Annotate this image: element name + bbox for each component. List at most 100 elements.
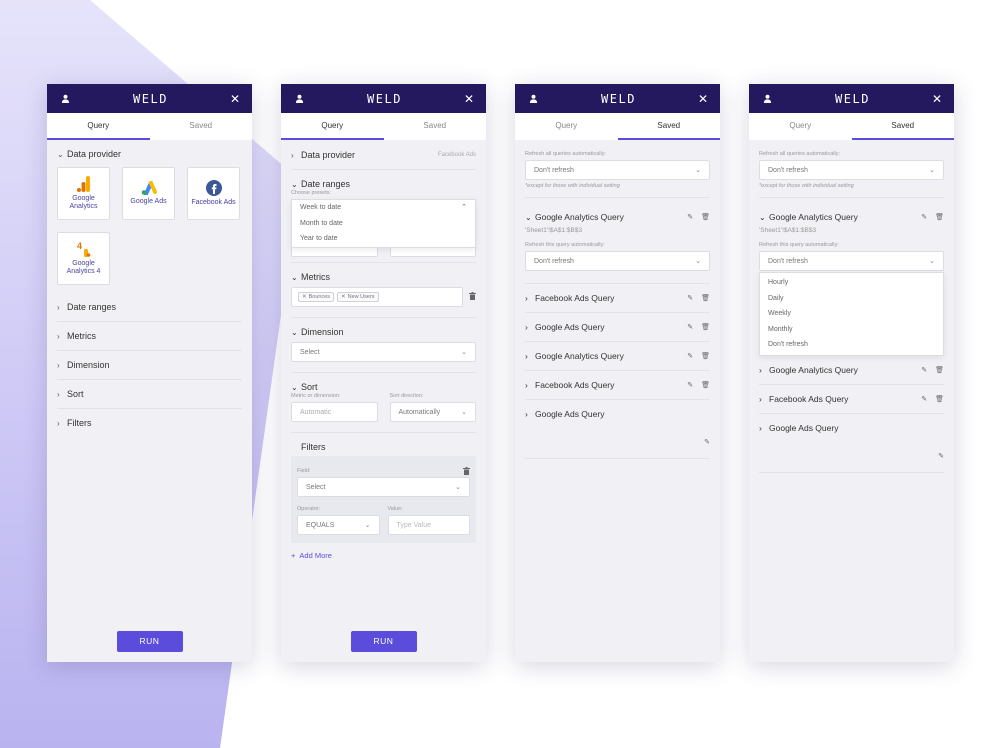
close-icon[interactable]: ✕ <box>230 92 240 106</box>
close-icon[interactable]: ✕ <box>341 294 346 300</box>
svg-text:4: 4 <box>77 241 82 251</box>
trash-icon[interactable]: 🗑 <box>701 294 710 302</box>
edit-icon[interactable]: ✎ <box>921 395 927 403</box>
saved-query-row[interactable]: › Google Analytics Query ✎ 🗑 <box>525 342 710 371</box>
user-icon[interactable] <box>761 93 773 105</box>
refresh-all-select[interactable]: Don't refresh ⌄ <box>525 160 710 180</box>
section-dimension[interactable]: › Dimension <box>57 351 242 380</box>
operator-label: Operator: <box>297 506 321 512</box>
provider-card-google-analytics-4[interactable]: 4 Google Analytics 4 <box>57 232 110 285</box>
edit-icon[interactable]: ✎ <box>687 294 693 302</box>
trash-icon[interactable]: 🗑 <box>935 395 944 403</box>
saved-query-row[interactable]: › Facebook Ads Query ✎ 🗑 <box>525 284 710 313</box>
tab-query[interactable]: Query <box>47 113 150 140</box>
section-sort[interactable]: › Sort <box>57 380 242 409</box>
edit-icon[interactable]: ✎ <box>687 213 693 221</box>
chevron-right-icon: › <box>759 364 762 375</box>
dimension-select[interactable]: Select ⌄ <box>291 342 476 362</box>
saved-query-row[interactable]: › Google Ads Query <box>759 414 944 442</box>
chevron-down-icon: ⌄ <box>291 272 298 282</box>
tab-bar: Query Saved <box>47 113 252 140</box>
chevron-down-icon[interactable]: ⌄ <box>525 213 535 222</box>
trash-icon[interactable]: 🗑 <box>935 366 944 374</box>
saved-query-row[interactable]: › Facebook Ads Query ✎ 🗑 <box>525 371 710 400</box>
sort-direction-select[interactable]: Automatically ⌄ <box>389 402 476 422</box>
filter-field-select[interactable]: Select ⌄ <box>297 477 470 497</box>
tab-query[interactable]: Query <box>749 113 852 140</box>
saved-query-row[interactable]: › Google Ads Query <box>525 400 710 428</box>
trash-icon[interactable] <box>469 292 476 302</box>
section-filters[interactable]: › Filters <box>57 409 242 437</box>
chevron-down-icon[interactable]: ⌄ <box>759 213 769 222</box>
run-button[interactable]: RUN <box>350 631 417 652</box>
preset-option[interactable]: Week to date ⌃ <box>292 200 475 216</box>
query-name[interactable]: Google Analytics Query <box>535 212 624 222</box>
saved-query-row[interactable]: › Facebook Ads Query ✎ 🗑 <box>759 385 944 414</box>
tab-bar: Query Saved <box>281 113 486 140</box>
run-button[interactable]: RUN <box>116 631 183 652</box>
close-icon[interactable]: ✕ <box>932 92 942 106</box>
tab-query[interactable]: Query <box>515 113 618 140</box>
operator-select[interactable]: EQUALS ⌄ <box>297 515 380 535</box>
trash-icon[interactable]: 🗑 <box>701 323 710 331</box>
query-refresh-select[interactable]: Don't refresh ⌄ <box>759 251 944 271</box>
tab-saved[interactable]: Saved <box>384 113 487 140</box>
metric-chip[interactable]: ✕ New Users <box>337 292 379 302</box>
metrics-select[interactable]: ✕ Bounces ✕ New Users <box>291 287 463 307</box>
refresh-option[interactable]: Don't refresh <box>760 337 943 353</box>
refresh-note: *except for those with individual settin… <box>525 183 620 189</box>
provider-card-google-ads[interactable]: Google Ads <box>122 167 175 220</box>
refresh-option[interactable]: Hourly <box>760 275 943 291</box>
user-icon[interactable] <box>527 93 539 105</box>
close-icon[interactable]: ✕ <box>698 92 708 106</box>
trash-icon[interactable]: 🗑 <box>935 213 944 221</box>
tab-bar: Query Saved <box>749 113 954 140</box>
edit-icon[interactable]: ✎ <box>938 452 944 460</box>
edit-icon[interactable]: ✎ <box>687 352 693 360</box>
tab-saved[interactable]: Saved <box>617 113 720 140</box>
trash-icon[interactable]: 🗑 <box>701 381 710 389</box>
edit-icon[interactable]: ✎ <box>687 323 693 331</box>
chevron-right-icon: › <box>57 418 60 428</box>
refresh-all-select[interactable]: Don't refresh ⌄ <box>759 160 944 180</box>
close-icon[interactable]: ✕ <box>464 92 474 106</box>
section-label: Date ranges <box>301 179 351 189</box>
tab-saved[interactable]: Saved <box>150 113 253 140</box>
edit-icon[interactable]: ✎ <box>921 213 927 221</box>
preset-option[interactable]: Month to date <box>292 216 475 232</box>
section-data-provider[interactable]: ⌄ Data provider <box>57 140 242 163</box>
filter-value-input[interactable]: Type Value <box>387 515 470 535</box>
chevron-down-icon: ⌄ <box>291 179 298 189</box>
user-icon[interactable] <box>59 93 71 105</box>
metric-chip[interactable]: ✕ Bounces <box>298 292 335 302</box>
provider-card-google-analytics[interactable]: Google Analytics <box>57 167 110 220</box>
edit-icon[interactable]: ✎ <box>921 366 927 374</box>
edit-icon[interactable]: ✎ <box>687 381 693 389</box>
tab-saved[interactable]: Saved <box>851 113 954 140</box>
refresh-option[interactable]: Weekly <box>760 306 943 322</box>
preset-option[interactable]: Year to date <box>292 231 475 247</box>
chevron-right-icon: › <box>291 150 294 160</box>
edit-icon[interactable]: ✎ <box>704 438 710 446</box>
query-name[interactable]: Google Analytics Query <box>769 212 858 222</box>
query-refresh-select[interactable]: Don't refresh ⌄ <box>525 251 710 271</box>
refresh-options-dropdown[interactable]: Hourly Daily Weekly Monthly Don't refres… <box>759 272 944 356</box>
refresh-option[interactable]: Monthly <box>760 322 943 338</box>
section-date-ranges[interactable]: › Date ranges <box>57 293 242 322</box>
sort-metric-input[interactable]: Automatic <box>291 402 378 422</box>
add-more-link[interactable]: + Add More <box>291 551 476 560</box>
presets-dropdown[interactable]: Week to date ⌃ Month to date Year to dat… <box>291 199 476 248</box>
section-metrics[interactable]: › Metrics <box>57 322 242 351</box>
trash-icon[interactable]: 🗑 <box>701 213 710 221</box>
trash-icon[interactable]: 🗑 <box>701 352 710 360</box>
user-icon[interactable] <box>293 93 305 105</box>
tab-query[interactable]: Query <box>281 113 384 140</box>
refresh-option[interactable]: Daily <box>760 291 943 307</box>
close-icon[interactable]: ✕ <box>302 294 307 300</box>
provider-card-facebook-ads[interactable]: Facebook Ads <box>187 167 240 220</box>
saved-query-row[interactable]: › Google Analytics Query ✎ 🗑 <box>759 356 944 385</box>
google-analytics-4-icon: 4 <box>77 241 90 257</box>
header-bar: WELD ✕ <box>281 84 486 113</box>
saved-query-row[interactable]: › Google Ads Query ✎ 🗑 <box>525 313 710 342</box>
section-data-provider[interactable]: › Data provider Facebook Ads <box>291 140 476 170</box>
